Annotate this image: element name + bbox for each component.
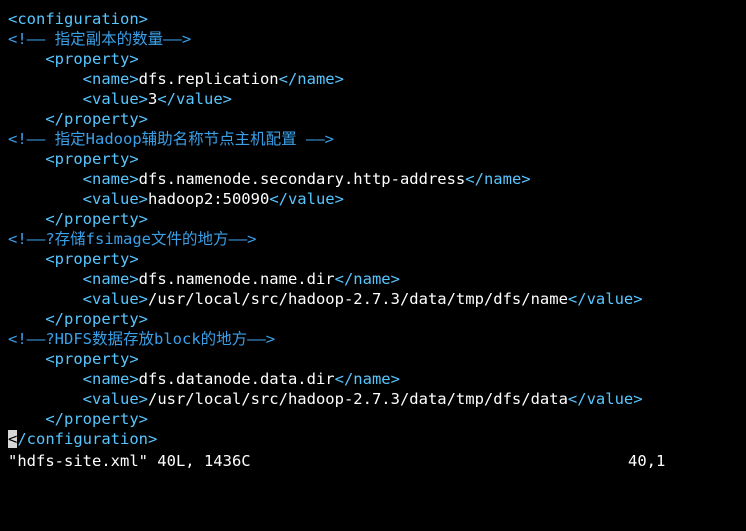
editor-line[interactable]: <value>3</value> bbox=[8, 89, 643, 109]
xml-value-text: dfs.datanode.data.dir bbox=[138, 370, 335, 388]
vim-editor[interactable]: <configuration> <!—— 指定副本的数量——> <property… bbox=[0, 0, 746, 476]
xml-tag-text: <property> bbox=[8, 350, 139, 368]
xml-value-text: hadoop2:50090 bbox=[147, 190, 270, 208]
xml-tag-text: </property> bbox=[8, 410, 148, 428]
editor-line[interactable]: <!—— 指定副本的数量——> bbox=[8, 29, 643, 49]
xml-comment-text: <!—— 指定副本的数量——> bbox=[8, 30, 192, 48]
xml-tag-text: </property> bbox=[8, 110, 148, 128]
xml-tag-text: <value> bbox=[8, 290, 148, 308]
xml-tag-text: <value> bbox=[8, 190, 148, 208]
editor-text-area[interactable]: <configuration> <!—— 指定副本的数量——> <property… bbox=[8, 9, 643, 449]
text-cursor: < bbox=[8, 430, 18, 448]
xml-comment-text: <!—— 指定Hadoop辅助名称节点主机配置 ——> bbox=[8, 130, 334, 148]
xml-tag-text: <property> bbox=[8, 50, 139, 68]
editor-line[interactable]: </configuration> bbox=[8, 429, 643, 449]
xml-tag-text: <value> bbox=[8, 390, 148, 408]
xml-value-text: dfs.namenode.secondary.http-address bbox=[138, 170, 466, 188]
xml-tag-text: <name> bbox=[8, 170, 139, 188]
editor-line[interactable]: </property> bbox=[8, 109, 643, 129]
status-file-info: "hdfs-site.xml" 40L, 1436C bbox=[8, 452, 251, 470]
vim-status-line: "hdfs-site.xml" 40L, 1436C 40,1 bbox=[0, 451, 746, 471]
xml-tag-text: </property> bbox=[8, 210, 148, 228]
editor-line[interactable]: <name>dfs.replication</name> bbox=[8, 69, 643, 89]
xml-tag-text: /configuration> bbox=[17, 430, 158, 448]
xml-tag-text: <name> bbox=[8, 70, 139, 88]
editor-line[interactable]: <name>dfs.namenode.secondary.http-addres… bbox=[8, 169, 643, 189]
editor-line[interactable]: <property> bbox=[8, 349, 643, 369]
status-cursor-position: 40,1 bbox=[628, 452, 666, 470]
xml-value-text: 3 bbox=[147, 90, 158, 108]
xml-tag-text: <property> bbox=[8, 250, 139, 268]
xml-value-text: dfs.namenode.name.dir bbox=[138, 270, 335, 288]
xml-tag-text: <property> bbox=[8, 150, 139, 168]
editor-line[interactable]: <value>hadoop2:50090</value> bbox=[8, 189, 643, 209]
xml-tag-text: <configuration> bbox=[8, 10, 148, 28]
xml-tag-text: </value> bbox=[269, 190, 344, 208]
xml-comment-text: <!——?存储fsimage文件的地方——> bbox=[8, 230, 257, 248]
xml-value-text: /usr/local/src/hadoop-2.7.3/data/tmp/dfs… bbox=[147, 290, 568, 308]
editor-line[interactable]: <name>dfs.datanode.data.dir</name> bbox=[8, 369, 643, 389]
editor-line[interactable]: <!—— 指定Hadoop辅助名称节点主机配置 ——> bbox=[8, 129, 643, 149]
xml-tag-text: </value> bbox=[567, 390, 643, 408]
xml-tag-text: </property> bbox=[8, 310, 148, 328]
xml-value-text: /usr/local/src/hadoop-2.7.3/data/tmp/dfs… bbox=[147, 390, 568, 408]
xml-tag-text: <name> bbox=[8, 270, 139, 288]
editor-line[interactable]: <!——?HDFS数据存放block的地方——> bbox=[8, 329, 643, 349]
editor-line[interactable]: <value>/usr/local/src/hadoop-2.7.3/data/… bbox=[8, 389, 643, 409]
editor-line[interactable]: </property> bbox=[8, 409, 643, 429]
xml-tag-text: </value> bbox=[157, 90, 232, 108]
editor-line[interactable]: </property> bbox=[8, 209, 643, 229]
editor-line[interactable]: </property> bbox=[8, 309, 643, 329]
xml-tag-text: <value> bbox=[8, 90, 148, 108]
editor-line[interactable]: <configuration> bbox=[8, 9, 643, 29]
editor-line[interactable]: <property> bbox=[8, 149, 643, 169]
editor-line[interactable]: <name>dfs.namenode.name.dir</name> bbox=[8, 269, 643, 289]
editor-line[interactable]: <value>/usr/local/src/hadoop-2.7.3/data/… bbox=[8, 289, 643, 309]
xml-tag-text: </name> bbox=[465, 170, 531, 188]
xml-comment-text: <!——?HDFS数据存放block的地方——> bbox=[8, 330, 276, 348]
xml-tag-text: </name> bbox=[334, 270, 400, 288]
xml-tag-text: </name> bbox=[334, 370, 400, 388]
xml-tag-text: </value> bbox=[567, 290, 643, 308]
editor-line[interactable]: <!——?存储fsimage文件的地方——> bbox=[8, 229, 643, 249]
xml-tag-text: <name> bbox=[8, 370, 139, 388]
xml-value-text: dfs.replication bbox=[138, 70, 279, 88]
editor-line[interactable]: <property> bbox=[8, 249, 643, 269]
xml-tag-text: </name> bbox=[278, 70, 344, 88]
editor-line[interactable]: <property> bbox=[8, 49, 643, 69]
